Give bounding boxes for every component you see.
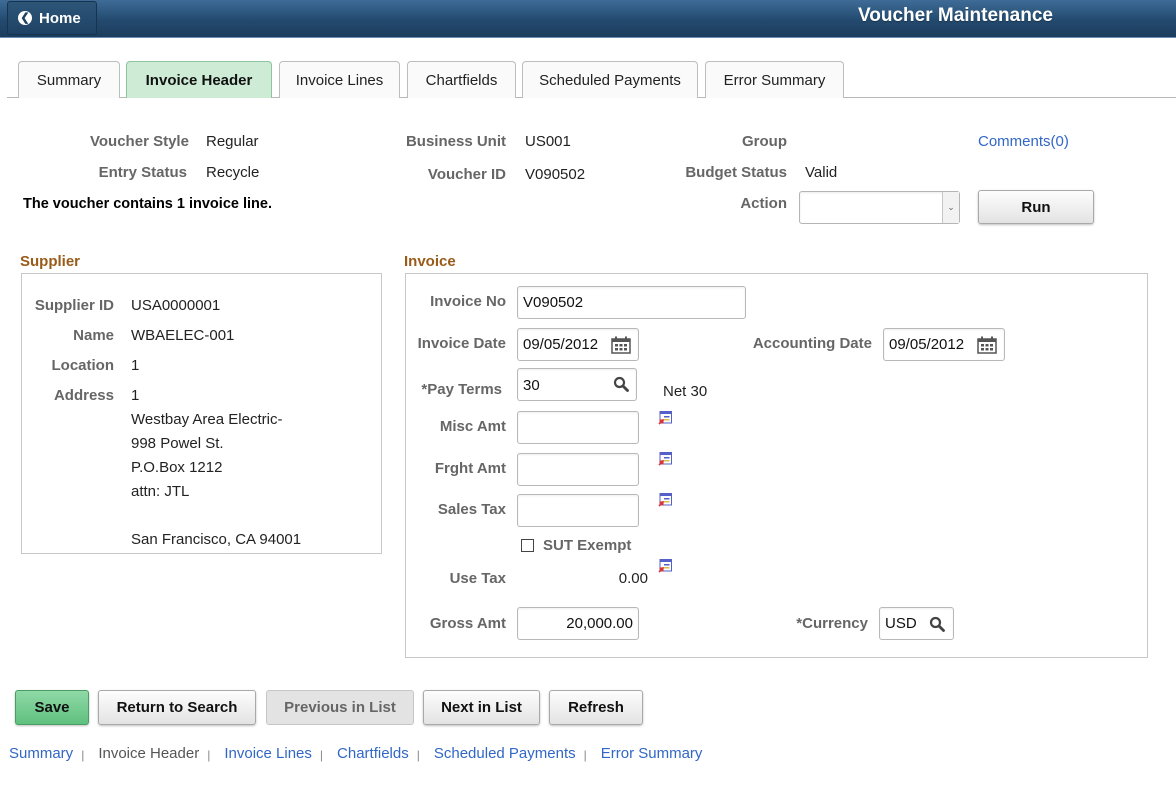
address-line: San Francisco, CA 94001 — [131, 531, 302, 548]
action-label: Action — [740, 195, 787, 212]
detail-popup-icon[interactable] — [658, 411, 672, 425]
misc-amt-input[interactable] — [517, 411, 639, 444]
link-separator: | — [319, 748, 324, 762]
voucher-id-value: V090502 — [525, 166, 586, 183]
chevron-left-icon: ❮ — [18, 11, 32, 25]
gross-amt-input[interactable]: 20,000.00 — [517, 607, 639, 640]
search-icon[interactable] — [929, 616, 945, 636]
invoice-section-title: Invoice — [404, 253, 456, 270]
page-title: Voucher Maintenance — [858, 5, 1053, 26]
budget-status-value: Valid — [805, 164, 838, 181]
business-unit-value: US001 — [525, 133, 571, 150]
misc-amt-label: Misc Amt — [439, 418, 506, 435]
link-separator: | — [583, 748, 587, 762]
save-button[interactable]: Save — [15, 690, 89, 725]
sales-tax-input[interactable] — [517, 494, 639, 527]
address-line: P.O.Box 1212 — [131, 459, 223, 476]
pay-terms-value: 30 — [523, 377, 540, 394]
currency-value: USD — [885, 615, 917, 632]
action-select[interactable]: ⌄ — [799, 191, 960, 224]
invoice-date-input[interactable]: 09/05/2012 — [517, 328, 639, 361]
sales-tax-label: Sales Tax — [437, 501, 506, 518]
bottom-link-chartfields[interactable]: Chartfields — [337, 745, 409, 762]
voucher-style-value: Regular — [206, 133, 259, 150]
link-separator: | — [416, 748, 420, 762]
sut-exempt-label: SUT Exempt — [543, 537, 632, 554]
pay-terms-description: Net 30 — [663, 383, 708, 400]
calendar-icon[interactable] — [977, 336, 997, 358]
link-separator: | — [207, 748, 211, 762]
bottom-link-scheduled-payments[interactable]: Scheduled Payments — [434, 745, 576, 762]
address-line: 1 — [131, 387, 140, 404]
budget-status-label: Budget Status — [685, 164, 787, 181]
tab-chartfields[interactable]: Chartfields — [407, 61, 516, 98]
invoice-no-label: Invoice No — [430, 293, 506, 310]
tab-error-summary[interactable]: Error Summary — [705, 61, 844, 98]
tab-invoice-lines[interactable]: Invoice Lines — [279, 61, 400, 98]
home-button[interactable]: ❮ Home — [7, 1, 97, 35]
business-unit-label: Business Unit — [405, 133, 506, 150]
banner: ❮ Home Voucher Maintenance — [0, 0, 1176, 38]
run-button[interactable]: Run — [978, 190, 1094, 224]
pay-terms-input[interactable]: 30 — [517, 368, 637, 401]
home-label: Home — [39, 9, 81, 27]
entry-status-value: Recycle — [206, 164, 260, 181]
tab-summary[interactable]: Summary — [18, 61, 120, 98]
accounting-date-value: 09/05/2012 — [889, 336, 965, 353]
frght-amt-input[interactable] — [517, 453, 639, 486]
search-icon[interactable] — [613, 376, 629, 396]
invoice-date-value: 09/05/2012 — [523, 336, 599, 353]
invoice-no-value: V090502 — [523, 294, 584, 311]
supplier-name-label: Name — [73, 327, 114, 344]
supplier-name-value: WBAELEC-001 — [131, 327, 235, 344]
address-line: attn: JTL — [131, 483, 190, 500]
gross-amt-value: 20,000.00 — [566, 615, 633, 632]
group-label: Group — [742, 133, 787, 150]
invoice-date-label: Invoice Date — [417, 335, 506, 352]
pay-terms-label: *Pay Terms — [421, 381, 502, 398]
use-tax-value: 0.00 — [618, 570, 648, 587]
bottom-link-error-summary[interactable]: Error Summary — [601, 745, 703, 762]
bottom-page-links: Summary | Invoice Header | Invoice Lines… — [9, 745, 710, 762]
supplier-id-value: USA0000001 — [131, 297, 221, 314]
comments-link[interactable]: Comments(0) — [978, 133, 1069, 150]
invoice-no-input[interactable]: V090502 — [517, 286, 746, 319]
detail-popup-icon[interactable] — [658, 493, 672, 507]
return-to-search-button[interactable]: Return to Search — [98, 690, 256, 725]
detail-popup-icon[interactable] — [658, 452, 672, 466]
supplier-location-value: 1 — [131, 357, 140, 374]
bottom-link-summary[interactable]: Summary — [9, 745, 73, 762]
use-tax-label: Use Tax — [449, 570, 506, 587]
calendar-icon[interactable] — [611, 336, 631, 358]
tab-invoice-header[interactable]: Invoice Header — [126, 61, 272, 98]
address-line: 998 Powel St. — [131, 435, 224, 452]
detail-popup-icon[interactable] — [658, 559, 672, 573]
previous-in-list-button[interactable]: Previous in List — [266, 690, 414, 725]
tab-scheduled-payments[interactable]: Scheduled Payments — [522, 61, 698, 98]
bottom-link-invoice-lines[interactable]: Invoice Lines — [224, 745, 312, 762]
accounting-date-input[interactable]: 09/05/2012 — [883, 328, 1005, 361]
frght-amt-label: Frght Amt — [434, 460, 506, 477]
entry-status-label: Entry Status — [98, 164, 187, 181]
supplier-location-label: Location — [51, 357, 115, 374]
bottom-link-invoice-header: Invoice Header — [98, 745, 200, 762]
address-line: Westbay Area Electric- — [131, 411, 283, 428]
currency-label: *Currency — [796, 615, 868, 632]
invoice-line-message: The voucher contains 1 invoice line. — [23, 196, 272, 212]
accounting-date-label: Accounting Date — [752, 335, 872, 352]
gross-amt-label: Gross Amt — [429, 615, 506, 632]
chevron-down-icon[interactable]: ⌄ — [942, 192, 959, 223]
tab-bar: Summary Invoice Header Invoice Lines Cha… — [7, 61, 1176, 98]
supplier-address-label: Address — [53, 387, 114, 404]
next-in-list-button[interactable]: Next in List — [423, 690, 540, 725]
refresh-button[interactable]: Refresh — [549, 690, 643, 725]
link-separator: | — [81, 748, 85, 762]
supplier-section-title: Supplier — [20, 253, 81, 270]
currency-input[interactable]: USD — [879, 607, 954, 640]
supplier-id-label: Supplier ID — [34, 297, 114, 314]
voucher-id-label: Voucher ID — [427, 166, 506, 183]
sut-exempt-checkbox[interactable] — [521, 539, 534, 552]
